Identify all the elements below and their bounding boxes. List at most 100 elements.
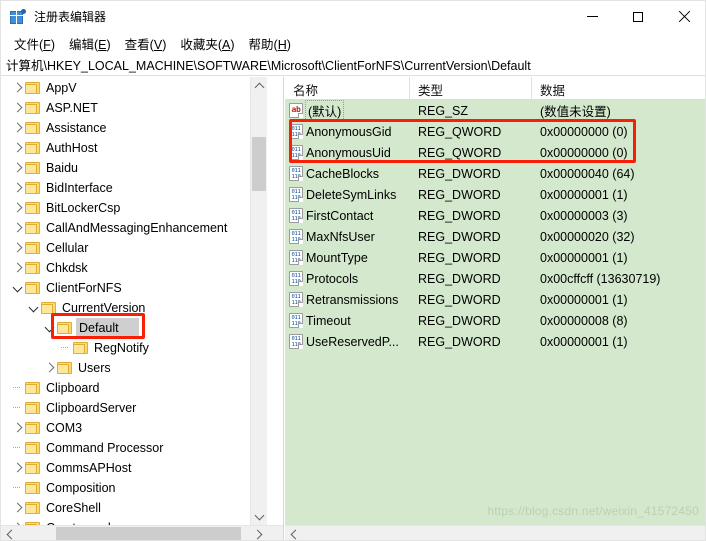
chevron-down-icon[interactable] [9,278,25,298]
value-row[interactable]: 011 110 MaxNfsUser REG_DWORD 0x00000020 (32) [285,226,705,247]
tree-item-commsaphost[interactable]: CommsAPHost [1,458,267,478]
tree-scroll-left-button[interactable] [1,526,18,540]
list-horizontal-scrollbar[interactable] [285,525,705,540]
tree-item-chkdsk[interactable]: Chkdsk [1,258,267,278]
chevron-right-icon[interactable] [9,218,25,238]
value-row[interactable]: ab (默认) REG_SZ (数值未设置) [285,100,705,121]
value-row[interactable]: 011 110 FirstContact REG_DWORD 0x00000003 (3… [285,205,705,226]
tree-item-baidu[interactable]: Baidu [1,158,267,178]
menu-file-text: 文件( [14,37,44,52]
tree-scroll-right-button[interactable] [250,526,267,540]
tree-leaf-marker [9,398,25,418]
chevron-right-icon[interactable] [9,458,25,478]
tree-item-users[interactable]: Users [1,358,267,378]
value-data: (数值未设置) [540,105,611,119]
menu-file[interactable]: 文件(F) [7,32,62,55]
chevron-right-icon[interactable] [9,518,25,525]
chevron-right-icon[interactable] [9,418,25,438]
tree-item-regnotify[interactable]: RegNotify [1,338,267,358]
tree-horizontal-scrollbar[interactable] [1,525,283,540]
chevron-right-icon[interactable] [41,358,57,378]
window-title: 注册表编辑器 [34,9,107,24]
folder-icon [57,321,73,335]
list-scroll-left-button[interactable] [285,526,302,540]
tree-item-label: Users [78,361,111,375]
tree-item-composition[interactable]: Composition [1,478,267,498]
tree-item-clientfornfs[interactable]: ClientForNFS [1,278,267,298]
chevron-down-icon[interactable] [41,318,57,338]
value-row[interactable]: 011 110 DeleteSymLinks REG_DWORD 0x00000001 … [285,184,705,205]
close-button[interactable] [661,1,705,32]
chevron-right-icon[interactable] [9,258,25,278]
chevron-right-icon[interactable] [9,238,25,258]
chevron-right-icon[interactable] [9,158,25,178]
value-name: DeleteSymLinks [306,187,397,202]
value-name: AnonymousGid [306,124,392,139]
tree-item-asp-net[interactable]: ASP.NET [1,98,267,118]
value-row[interactable]: 011 110 CacheBlocks REG_DWORD 0x00000040 (64… [285,163,705,184]
menu-help[interactable]: 帮助(H) [242,32,298,55]
chevron-right-icon[interactable] [9,498,25,518]
tree-item-coreshell[interactable]: CoreShell [1,498,267,518]
tree-item-appv[interactable]: AppV [1,78,267,98]
column-header-name[interactable]: 名称 [285,77,410,100]
chevron-right-icon[interactable] [9,138,25,158]
value-row[interactable]: 011 110 AnonymousGid REG_QWORD 0x00000000 (0… [285,121,705,142]
tree-item-command-processor[interactable]: Command Processor [1,438,267,458]
tree-scroll-thumb[interactable] [252,137,266,191]
tree-hscroll-thumb[interactable] [56,527,241,540]
tree-item-bidinterface[interactable]: BidInterface [1,178,267,198]
tree-scroll-down-button[interactable] [251,508,267,525]
menu-edit[interactable]: 编辑(E) [62,32,118,55]
minimize-icon [586,16,598,17]
menu-bar: 文件(F) 编辑(E) 查看(V) 收藏夹(A) 帮助(H) [1,32,705,55]
watermark-text: https://blog.csdn.net/weixin_41572450 [487,504,699,518]
column-header-type[interactable]: 类型 [410,77,532,100]
tree-item-label: Default [76,318,139,338]
chevron-right-icon[interactable] [9,98,25,118]
tree-item-authhost[interactable]: AuthHost [1,138,267,158]
tree-item-label: BidInterface [46,181,113,195]
column-header-data[interactable]: 数据 [532,77,705,100]
value-row[interactable]: 011 110 UseReservedP... REG_DWORD 0x00000001… [285,331,705,352]
value-row[interactable]: 011 110 Timeout REG_DWORD 0x00000008 (8) [285,310,705,331]
tree-item-callandmessagingenhancement[interactable]: CallAndMessagingEnhancement [1,218,267,238]
tree-item-currentversion[interactable]: CurrentVersion [1,298,267,318]
tree-item-clipboardserver[interactable]: ClipboardServer [1,398,267,418]
tree-vertical-scrollbar[interactable] [250,77,267,525]
chevron-right-icon[interactable] [9,78,25,98]
tree-item-default[interactable]: Default [1,318,267,338]
value-name-cell: ab (默认) [285,100,410,121]
value-data: 0x00000040 (64) [540,166,635,181]
tree-item-com3[interactable]: COM3 [1,418,267,438]
value-name-cell: 011 110 CacheBlocks [285,166,410,181]
value-type: REG_QWORD [418,145,502,160]
tree-item-label: Cellular [46,241,89,255]
maximize-button[interactable] [615,1,661,32]
minimize-button[interactable] [569,1,615,32]
menu-favorites[interactable]: 收藏夹(A) [173,32,241,55]
tree-scroll-up-button[interactable] [251,77,267,94]
value-type: REG_DWORD [418,334,501,349]
address-bar[interactable]: 计算机\HKEY_LOCAL_MACHINE\SOFTWARE\Microsof… [1,54,705,76]
registry-tree-pane: AppV ASP.NET Assistance AuthHost Baidu BidInt… [1,77,284,540]
folder-icon [57,361,73,375]
registry-tree: AppV ASP.NET Assistance AuthHost Baidu BidInt… [1,77,267,525]
menu-help-text: 帮助( [248,37,278,52]
chevron-right-icon[interactable] [9,198,25,218]
tree-item-assistance[interactable]: Assistance [1,118,267,138]
value-row[interactable]: 011 110 Retransmissions REG_DWORD 0x00000001… [285,289,705,310]
chevron-right-icon[interactable] [9,178,25,198]
chevron-down-icon[interactable] [25,298,41,318]
tree-item-cryptography[interactable]: Cryptography [1,518,267,525]
tree-item-bitlockercsp[interactable]: BitLockerCsp [1,198,267,218]
chevron-right-icon[interactable] [9,118,25,138]
value-row[interactable]: 011 110 AnonymousUid REG_QWORD 0x00000000 (0… [285,142,705,163]
value-row[interactable]: 011 110 MountType REG_DWORD 0x00000001 (1) [285,247,705,268]
tree-item-clipboard[interactable]: Clipboard [1,378,267,398]
value-row[interactable]: 011 110 Protocols REG_DWORD 0x00cffcff (1363… [285,268,705,289]
menu-view[interactable]: 查看(V) [118,32,174,55]
tree-item-cellular[interactable]: Cellular [1,238,267,258]
